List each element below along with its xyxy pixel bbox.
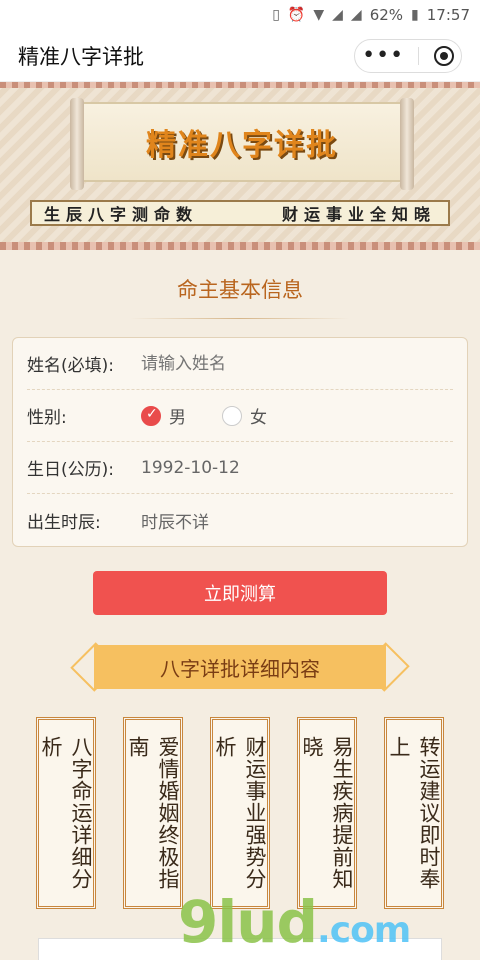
detail-item[interactable]: 爱情婚姻终极指南: [123, 717, 183, 909]
battery-icon: ▮: [411, 7, 419, 23]
site-watermark: 9lud.com: [178, 888, 411, 956]
signal-icon: ◢: [350, 7, 362, 23]
name-input[interactable]: [141, 353, 360, 374]
gender-male-radio[interactable]: 男: [141, 403, 186, 428]
detail-item-text: 八字命运详细分析: [39, 736, 93, 890]
banner-trim-top: [0, 82, 480, 88]
ribbon-left-text: 生辰八字测命数: [44, 205, 199, 224]
more-menu-icon[interactable]: •••: [362, 44, 404, 66]
details-list: 八字命运详细分析 爱情婚姻终极指南 财运事业强势分析 易生疾病提前知晓 转运建议…: [0, 717, 480, 909]
detail-item-text: 转运建议即时奉上: [387, 736, 441, 890]
watermark-text: 9lud: [178, 888, 318, 956]
gender-female-label: 女: [250, 408, 267, 428]
detail-item-text: 爱情婚姻终极指南: [126, 736, 180, 890]
detail-item[interactable]: 财运事业强势分析: [210, 717, 270, 909]
ribbon-right-text: 财运事业全知晓: [281, 205, 436, 224]
banner-headline: 精准八字详批: [146, 128, 338, 163]
status-bar: ▯ ⏰ ▼ ◢ ◢ 62% ▮ 17:57: [0, 0, 480, 30]
scroll-rod-left: [70, 98, 84, 190]
battery-level: 62%: [369, 6, 404, 24]
banner-trim-bottom: [0, 242, 480, 250]
name-row: 姓名(必填):: [27, 338, 453, 390]
birthday-picker[interactable]: 1992-10-12: [141, 458, 240, 478]
radio-checked-icon: [141, 405, 161, 426]
banner-ribbon: 生辰八字测命数 财运事业全知晓: [30, 200, 450, 226]
banner-scroll: 精准八字详批: [70, 98, 414, 190]
clock: 17:57: [426, 6, 470, 24]
birth-hour-label: 出生时辰:: [27, 512, 101, 533]
name-label: 姓名(必填):: [27, 356, 114, 376]
signal-icon: ◢: [332, 7, 343, 23]
calculate-button[interactable]: 立即测算: [93, 571, 387, 615]
gender-male-label: 男: [169, 408, 186, 428]
radio-unchecked-icon: [222, 405, 242, 426]
capsule-divider: [418, 46, 420, 65]
info-form: 姓名(必填): 性别: 男 女 生日(公历): 1992-10-12 出生时辰:…: [12, 337, 468, 547]
birth-hour-row[interactable]: 出生时辰: 时辰不详: [27, 494, 453, 546]
gender-female-radio[interactable]: 女: [222, 403, 267, 428]
detail-item[interactable]: 转运建议即时奉上: [384, 717, 444, 909]
scroll-rod-right: [400, 98, 414, 190]
birth-hour-picker[interactable]: 时辰不详: [141, 508, 209, 533]
birthday-row[interactable]: 生日(公历): 1992-10-12: [27, 442, 453, 494]
detail-item-text: 财运事业强势分析: [213, 736, 267, 890]
gender-row: 性别: 男 女: [27, 390, 453, 442]
close-mini-program-icon[interactable]: [433, 45, 454, 66]
section-title: 命主基本信息: [0, 274, 480, 319]
detail-item-text: 易生疾病提前知晓: [300, 736, 354, 890]
details-title: 八字详批详细内容: [94, 645, 386, 689]
page-title: 精准八字详批: [18, 44, 144, 69]
details-header: 八字详批详细内容: [70, 642, 410, 692]
wifi-icon: ▼: [313, 7, 325, 23]
header-banner: 精准八字详批 生辰八字测命数 财运事业全知晓: [0, 82, 480, 250]
alarm-icon: ⏰: [287, 7, 306, 23]
title-bar: 精准八字详批 •••: [0, 30, 480, 82]
mini-program-capsule: •••: [354, 38, 462, 73]
watermark-suffix: .com: [317, 910, 411, 951]
detail-item[interactable]: 易生疾病提前知晓: [297, 717, 357, 909]
detail-item[interactable]: 八字命运详细分析: [36, 717, 96, 909]
gender-label: 性别:: [27, 408, 67, 428]
vibrate-icon: ▯: [272, 7, 280, 23]
birthday-label: 生日(公历):: [27, 460, 114, 480]
